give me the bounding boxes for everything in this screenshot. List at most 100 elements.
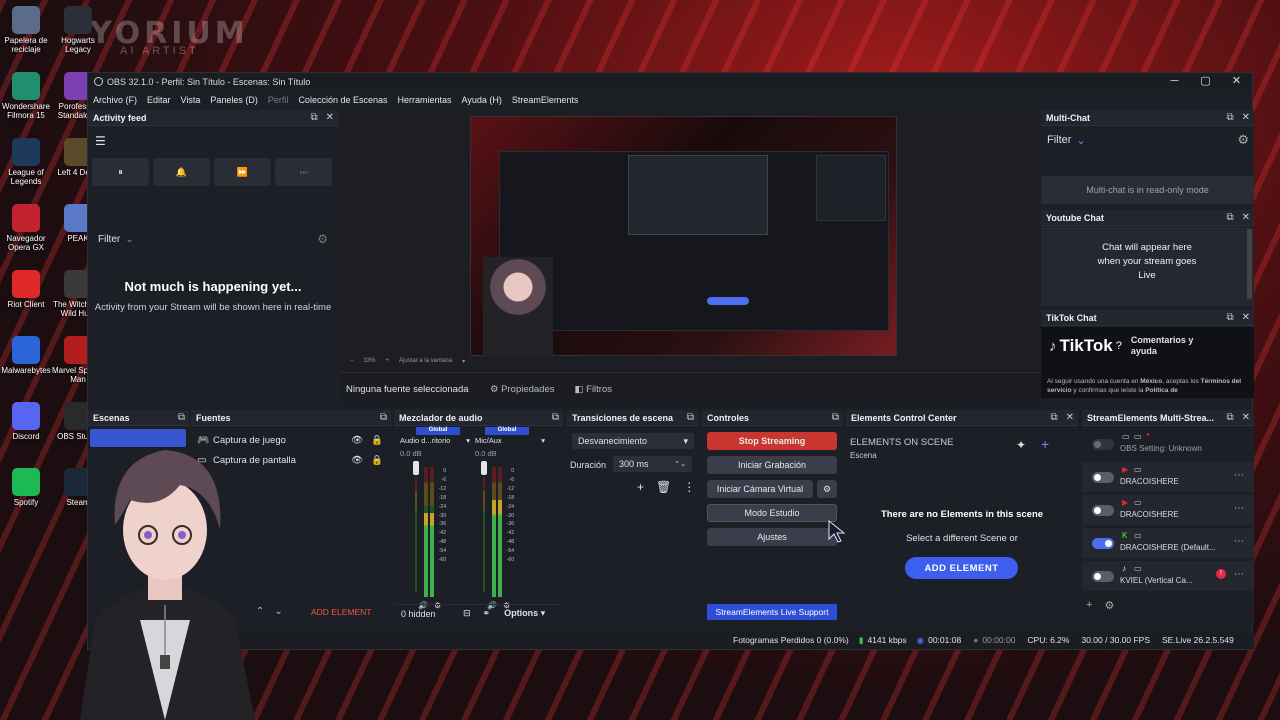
stepper-icon[interactable]: ⌃⌄ [674, 460, 686, 468]
scrollbar[interactable] [1247, 229, 1252, 299]
stream-toggle[interactable] [1092, 439, 1114, 450]
eye-icon[interactable]: 👁 [351, 435, 363, 446]
lock-icon[interactable]: 🔒 [371, 455, 383, 466]
fit-window-label[interactable]: Ajustar a la ventana [399, 358, 452, 365]
desktop-shortcut[interactable]: Malwarebytes [0, 336, 52, 375]
skip-end-button[interactable]: ⏭ [275, 158, 332, 186]
volume-slider-handle[interactable] [481, 461, 487, 475]
dock-float-icon[interactable]: ⧉ [687, 410, 694, 426]
bell-icon[interactable]: 🔔 [153, 158, 210, 186]
dock-float-icon[interactable]: ⧉ [1226, 410, 1233, 426]
activity-filter[interactable]: Filter ⌄ [98, 234, 134, 245]
live-support-button[interactable]: StreamElements Live Support [707, 604, 837, 620]
gear-icon[interactable]: ⚙ [1104, 599, 1114, 612]
add-icon[interactable]: + [1041, 436, 1049, 452]
policy-link[interactable]: Política de [1145, 387, 1178, 394]
gear-icon[interactable]: ⚙ [317, 232, 328, 246]
menu-item[interactable]: Herramientas [398, 95, 452, 105]
dock-close-icon[interactable]: ✕ [1242, 210, 1250, 226]
mixer-options-button[interactable]: Options ▾ [504, 608, 545, 619]
menu-item[interactable]: StreamElements [512, 95, 579, 105]
sources-add-element[interactable]: ADD ELEMENT [311, 607, 371, 617]
dock-float-icon[interactable]: ⧉ [1050, 410, 1057, 426]
stream-toggle[interactable] [1092, 472, 1114, 483]
virtual-camera-button[interactable]: Iniciar Cámara Virtual [707, 480, 813, 498]
lock-icon[interactable]: 🔒 [371, 435, 383, 446]
mixer-layout-icon[interactable]: ⊟ [463, 608, 471, 619]
close-button[interactable]: ✕ [1221, 73, 1252, 90]
maximize-button[interactable]: ▢ [1190, 73, 1221, 90]
menu-item[interactable]: Perfil [268, 95, 289, 105]
settings-button[interactable]: Ajustes [707, 528, 837, 546]
zoom-out-icon[interactable]: − [350, 358, 354, 365]
dock-float-icon[interactable]: ⧉ [552, 410, 559, 426]
trash-icon[interactable]: 🗑 [656, 480, 671, 494]
pause-feed-button[interactable]: ⏸ [92, 158, 149, 186]
dock-close-icon[interactable]: ✕ [1242, 110, 1250, 126]
channel-name-select[interactable]: Audio d...ritorio ▾ [400, 436, 470, 445]
dock-float-icon[interactable]: ⧉ [380, 410, 387, 426]
multichat-filter[interactable]: Filter ⌄ [1047, 134, 1086, 147]
dock-float-icon[interactable]: ⧉ [1226, 110, 1233, 126]
dock-float-icon[interactable]: ⧉ [832, 410, 839, 426]
volume-slider-handle[interactable] [413, 461, 419, 475]
desktop-shortcut[interactable]: Discord [0, 402, 52, 441]
zoom-in-icon[interactable]: + [386, 358, 390, 365]
minimize-button[interactable]: ─ [1159, 73, 1190, 90]
skip-button[interactable]: ⏩ [214, 158, 271, 186]
dock-close-icon[interactable]: ✕ [1242, 310, 1250, 326]
ecc-add-element-button[interactable]: ADD ELEMENT [905, 557, 1018, 579]
dock-float-icon[interactable]: ⧉ [1226, 310, 1233, 326]
desktop-shortcut[interactable]: Spotify [0, 468, 52, 507]
duration-input[interactable]: 300 ms ⌃⌄ [613, 456, 692, 472]
dock-close-icon[interactable]: ✕ [1066, 410, 1074, 426]
gear-icon[interactable]: ⚙ [1237, 132, 1249, 148]
transition-select[interactable]: Desvanecimiento ▾ [572, 433, 694, 449]
dock-close-icon[interactable]: ✕ [326, 110, 334, 126]
desktop-shortcut[interactable]: Papelera de reciclaje [0, 6, 52, 54]
more-options-icon[interactable]: ⋯ [1234, 536, 1244, 547]
stream-toggle[interactable] [1092, 538, 1114, 549]
desktop-shortcut[interactable]: Navegador Opera GX [0, 204, 52, 252]
add-transition-icon[interactable]: + [637, 480, 644, 494]
alert-icon[interactable]: ! [1216, 569, 1226, 579]
channel-db: 0.0 dB [400, 449, 422, 458]
stop-streaming-button[interactable]: Stop Streaming [707, 432, 837, 450]
hidden-count[interactable]: 0 hidden [401, 609, 463, 619]
dock-float-icon[interactable]: ⧉ [310, 110, 317, 126]
filters-button[interactable]: ◧ Filtros [575, 384, 613, 395]
start-recording-button[interactable]: Iniciar Grabación [707, 456, 837, 474]
more-options-icon[interactable]: ⋯ [1234, 470, 1244, 481]
properties-button[interactable]: ⚙ Propiedades [490, 384, 555, 395]
desktop-shortcut[interactable]: Hogwarts Legacy [52, 6, 104, 54]
studio-mode-button[interactable]: Modo Estudio [707, 504, 837, 522]
stream-toggle[interactable] [1092, 571, 1114, 582]
desktop-shortcut[interactable]: Riot Client [0, 270, 52, 309]
gear-icon[interactable]: ⚙ [817, 480, 837, 498]
link-icon[interactable]: ⚭ [483, 608, 491, 619]
more-options-icon[interactable]: ⋯ [1234, 503, 1244, 514]
menu-item[interactable]: Editar [147, 95, 171, 105]
channel-name-select[interactable]: Mic/Aux ▾ [475, 436, 545, 445]
move-down-icon[interactable]: ⌄ [274, 606, 282, 617]
menu-item[interactable]: Colección de Escenas [298, 95, 387, 105]
desktop-shortcut[interactable]: League of Legends [0, 138, 52, 186]
eye-icon[interactable]: 👁 [351, 455, 363, 466]
menu-item[interactable]: Paneles (D) [210, 95, 258, 105]
more-options-icon[interactable]: ⋯ [1234, 569, 1244, 580]
preview-canvas[interactable] [470, 116, 897, 357]
volume-slider-track[interactable] [483, 477, 485, 592]
desktop-shortcut[interactable]: Wondershare Filmora 15 [0, 72, 52, 120]
volume-slider-track[interactable] [415, 477, 417, 592]
dock-float-icon[interactable]: ⧉ [1226, 210, 1233, 226]
stream-toggle[interactable] [1092, 505, 1114, 516]
hamburger-menu-icon[interactable]: ☰ [95, 134, 106, 148]
magic-icon[interactable]: ✦ [1016, 438, 1026, 452]
chevron-down-icon[interactable]: ▾ [462, 358, 465, 365]
menu-item[interactable]: Archivo (F) [93, 95, 137, 105]
more-options-icon[interactable]: ⋮ [683, 480, 695, 494]
menu-item[interactable]: Ayuda (H) [462, 95, 502, 105]
menu-item[interactable]: Vista [181, 95, 201, 105]
add-icon[interactable]: + [1086, 599, 1092, 612]
dock-close-icon[interactable]: ✕ [1242, 410, 1250, 426]
